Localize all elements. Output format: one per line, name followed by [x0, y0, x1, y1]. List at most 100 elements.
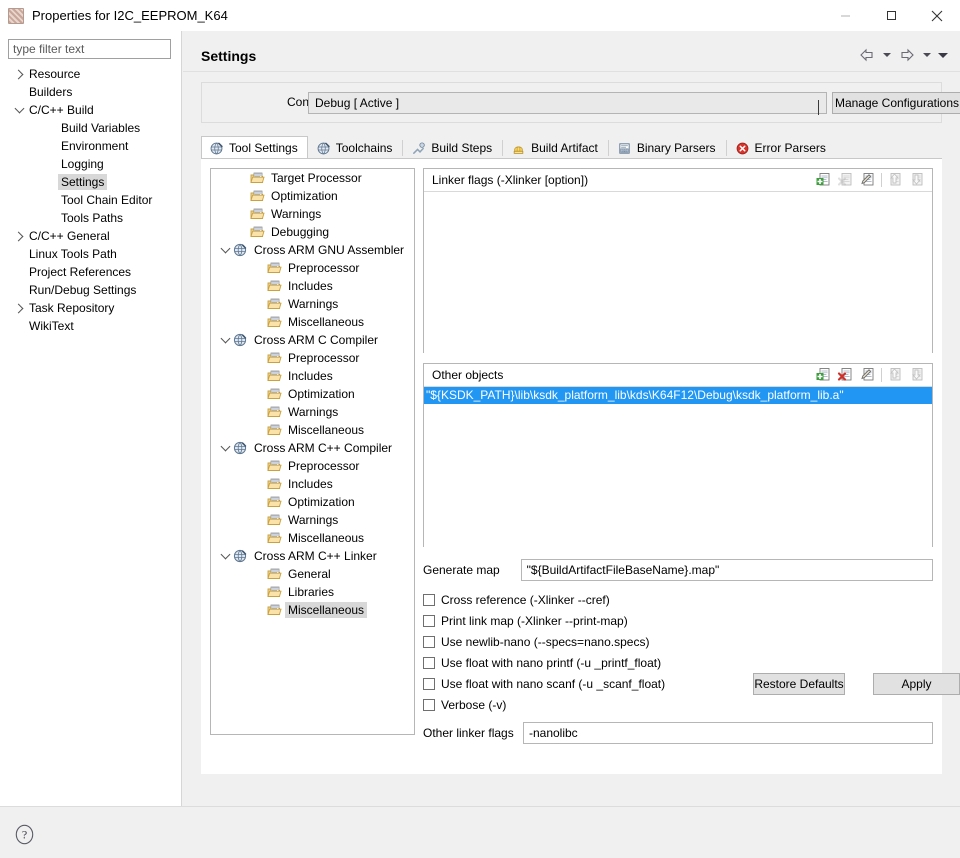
tool-tree-item-optimization[interactable]: Optimization	[211, 385, 414, 403]
checkbox-box[interactable]	[423, 677, 435, 690]
checkbox-cross-reference-xlinker-cref[interactable]: Cross reference (-Xlinker --cref)	[423, 589, 933, 610]
chevron-down-icon[interactable]	[12, 103, 26, 114]
checkbox-box[interactable]	[423, 635, 435, 648]
sidebar-item-run-debug-settings[interactable]: Run/Debug Settings	[0, 281, 182, 299]
other-objects-toolbar[interactable]	[815, 366, 926, 384]
checkbox-use-float-with-nano-scanf-u-scanf-float[interactable]: Use float with nano scanf (-u _scanf_flo…	[423, 673, 933, 694]
sidebar-item-task-repository[interactable]: Task Repository	[0, 299, 182, 317]
back-history-chevron-down-icon[interactable]	[880, 44, 894, 66]
tool-tree-item-miscellaneous[interactable]: Miscellaneous	[211, 421, 414, 439]
manage-configurations-button[interactable]: Manage Configurations...	[832, 92, 960, 114]
linker-flags-list[interactable]	[424, 192, 932, 353]
tool-tree-item-warnings[interactable]: Warnings	[211, 205, 414, 223]
tool-tree-item-cross-arm-c++-linker[interactable]: Cross ARM C++ Linker	[211, 547, 414, 565]
tab-toolchains[interactable]: Toolchains	[308, 136, 403, 159]
tab-error-parsers[interactable]: Error Parsers	[727, 136, 836, 159]
tool-tree-item-target-processor[interactable]: Target Processor	[211, 169, 414, 187]
checkbox-box[interactable]	[423, 698, 435, 711]
close-button[interactable]	[914, 0, 960, 31]
svg-text:?: ?	[22, 828, 27, 842]
tool-tree-item-cross-arm-c++-compiler[interactable]: Cross ARM C++ Compiler	[211, 439, 414, 457]
view-menu-icon[interactable]	[936, 44, 950, 66]
tool-tree-label: Libraries	[288, 585, 335, 599]
forward-arrow-icon[interactable]	[896, 44, 918, 66]
checkbox-box[interactable]	[423, 593, 435, 606]
sidebar-item-logging[interactable]: Logging	[0, 155, 182, 173]
back-arrow-icon[interactable]	[856, 44, 878, 66]
apply-button[interactable]: Apply	[873, 673, 960, 695]
tool-tree-item-warnings[interactable]: Warnings	[211, 295, 414, 313]
other-linker-flags-input[interactable]	[522, 722, 933, 744]
tool-tree-item-libraries[interactable]: Libraries	[211, 583, 414, 601]
sidebar-item-tool-chain-editor[interactable]: Tool Chain Editor	[0, 191, 182, 209]
tab-tool-settings[interactable]: Tool Settings	[201, 136, 308, 159]
chevron-down-icon[interactable]	[219, 243, 232, 254]
other-objects-item[interactable]: "${KSDK_PATH}\lib\ksdk_platform_lib\kds\…	[424, 387, 932, 404]
checkbox-use-float-with-nano-printf-u-printf-floa[interactable]: Use float with nano printf (-u _printf_f…	[423, 652, 933, 673]
tool-tree-item-debugging[interactable]: Debugging	[211, 223, 414, 241]
maximize-button[interactable]	[868, 0, 914, 31]
sidebar-item-c-c-build[interactable]: C/C++ Build	[0, 101, 182, 119]
chevron-right-icon[interactable]	[12, 69, 26, 79]
chevron-right-icon[interactable]	[12, 231, 26, 241]
tool-tree-item-miscellaneous[interactable]: Miscellaneous	[211, 601, 414, 619]
category-tree[interactable]: Resource Builders C/C++ Build Build Variabl…	[0, 65, 182, 335]
generate-map-input[interactable]	[520, 559, 933, 581]
sidebar-item-build-variables[interactable]: Build Variables	[0, 119, 182, 137]
tool-tree-item-cross-arm-c-compiler[interactable]: Cross ARM C Compiler	[211, 331, 414, 349]
chevron-right-icon[interactable]	[12, 303, 26, 313]
tab-build-steps[interactable]: Build Steps	[403, 136, 502, 159]
tool-tree-item-optimization[interactable]: Optimization	[211, 493, 414, 511]
forward-history-chevron-down-icon[interactable]	[920, 44, 934, 66]
sidebar-item-builders[interactable]: Builders	[0, 83, 182, 101]
edit-icon[interactable]	[859, 171, 877, 189]
checkbox-box[interactable]	[423, 656, 435, 669]
tool-settings-tree[interactable]: Target Processor Optimization Warnings Debu…	[210, 168, 415, 735]
tool-tree-item-miscellaneous[interactable]: Miscellaneous	[211, 313, 414, 331]
configuration-select[interactable]: Debug [ Active ]	[308, 92, 827, 115]
tool-tree-item-preprocessor[interactable]: Preprocessor	[211, 349, 414, 367]
tool-tree-item-optimization[interactable]: Optimization	[211, 187, 414, 205]
tool-tree-item-warnings[interactable]: Warnings	[211, 403, 414, 421]
filter-input[interactable]	[8, 39, 171, 59]
delete-icon[interactable]	[837, 366, 855, 384]
linker-flags-group: Linker flags (-Xlinker [option])	[423, 168, 933, 353]
chevron-down-icon[interactable]	[219, 549, 232, 560]
help-icon[interactable]: ?	[14, 824, 35, 845]
chevron-down-icon[interactable]	[219, 333, 232, 344]
sidebar-item-project-references[interactable]: Project References	[0, 263, 182, 281]
sidebar-item-linux-tools-path[interactable]: Linux Tools Path	[0, 245, 182, 263]
restore-defaults-button[interactable]: Restore Defaults	[753, 673, 845, 695]
sidebar-item-resource[interactable]: Resource	[0, 65, 182, 83]
checkbox-verbose-v[interactable]: Verbose (-v)	[423, 694, 933, 715]
tab-build-artifact[interactable]: Build Artifact	[503, 136, 608, 159]
tool-tree-item-preprocessor[interactable]: Preprocessor	[211, 259, 414, 277]
sidebar-item-tools-paths[interactable]: Tools Paths	[0, 209, 182, 227]
settings-tabs[interactable]: Tool Settings Toolchains Build Steps Build …	[201, 136, 942, 159]
sidebar-item-settings[interactable]: Settings	[0, 173, 182, 191]
sidebar-item-c-c-general[interactable]: C/C++ General	[0, 227, 182, 245]
add-icon[interactable]	[815, 366, 833, 384]
tool-tree-item-cross-arm-gnu-assembler[interactable]: Cross ARM GNU Assembler	[211, 241, 414, 259]
checkbox-print-link-map-xlinker-print-map[interactable]: Print link map (-Xlinker --print-map)	[423, 610, 933, 631]
page-icon	[266, 386, 282, 402]
tool-tree-label: Cross ARM C++ Linker	[254, 549, 377, 563]
sidebar-item-wikitext[interactable]: WikiText	[0, 317, 182, 335]
chevron-down-icon[interactable]	[219, 441, 232, 452]
checkbox-use-newlib-nano-specs-nano-specs[interactable]: Use newlib-nano (--specs=nano.specs)	[423, 631, 933, 652]
tool-tree-item-includes[interactable]: Includes	[211, 367, 414, 385]
tool-tree-item-general[interactable]: General	[211, 565, 414, 583]
tool-tree-item-warnings[interactable]: Warnings	[211, 511, 414, 529]
edit-icon[interactable]	[859, 366, 877, 384]
tool-tree-item-includes[interactable]: Includes	[211, 277, 414, 295]
sidebar-item-environment[interactable]: Environment	[0, 137, 182, 155]
minimize-button[interactable]	[822, 0, 868, 31]
add-icon[interactable]	[815, 171, 833, 189]
linker-flags-toolbar[interactable]	[815, 171, 926, 189]
tab-binary-parsers[interactable]: 010 Binary Parsers	[609, 136, 726, 159]
other-objects-list[interactable]: "${KSDK_PATH}\lib\ksdk_platform_lib\kds\…	[424, 387, 932, 547]
tool-tree-item-includes[interactable]: Includes	[211, 475, 414, 493]
tool-tree-item-preprocessor[interactable]: Preprocessor	[211, 457, 414, 475]
tool-tree-item-miscellaneous[interactable]: Miscellaneous	[211, 529, 414, 547]
checkbox-box[interactable]	[423, 614, 435, 627]
